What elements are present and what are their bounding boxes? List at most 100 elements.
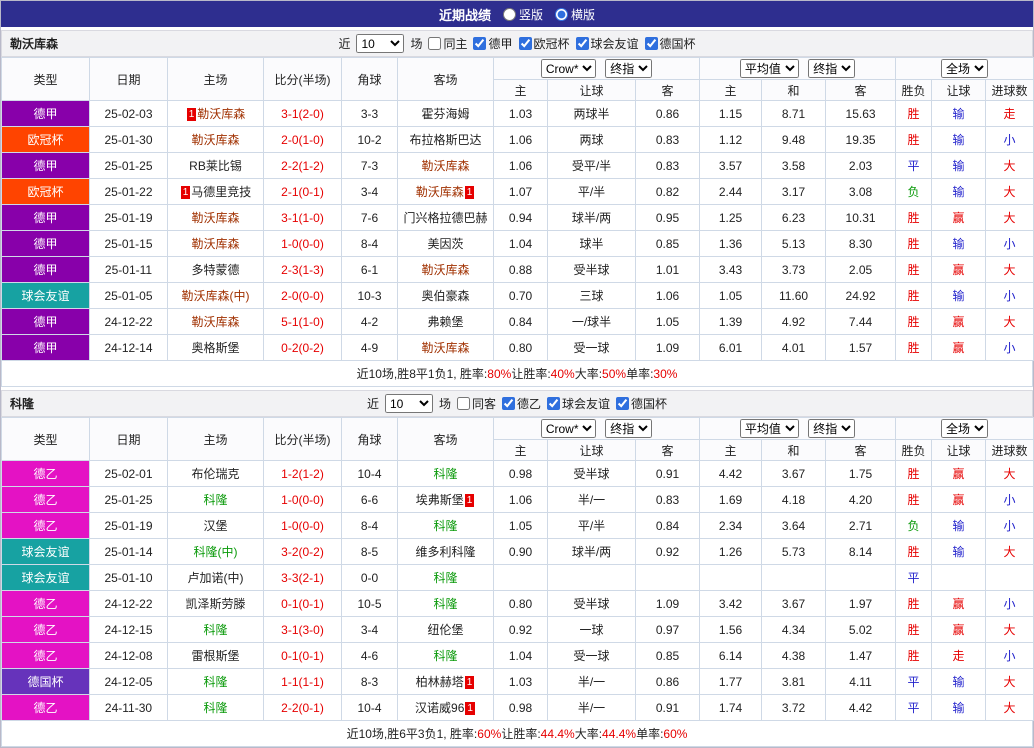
score-cell: 1-0(0-0) xyxy=(264,513,342,539)
result-handicap-cell: 输 xyxy=(932,231,986,257)
corner-cell: 8-3 xyxy=(342,669,398,695)
red-card-badge: 1 xyxy=(181,186,191,199)
league-checkbox[interactable] xyxy=(502,397,515,410)
asian-handicap-cell: 平/半 xyxy=(548,179,636,205)
euro-draw-odds-cell: 4.92 xyxy=(762,309,826,335)
match-date-cell: 25-01-05 xyxy=(90,283,168,309)
match-date-cell: 24-11-30 xyxy=(90,695,168,721)
corner-cell: 6-6 xyxy=(342,487,398,513)
league-checkbox[interactable] xyxy=(576,37,589,50)
result-handicap-cell: 输 xyxy=(932,283,986,309)
home-team-cell: 科隆 xyxy=(168,617,264,643)
league-type-cell: 德甲 xyxy=(2,231,90,257)
team-name-title: 科隆 xyxy=(10,395,34,412)
asian-away-odds-cell: 0.86 xyxy=(636,669,700,695)
same-venue-checkbox[interactable] xyxy=(428,37,441,50)
recent-count-select[interactable]: 10 xyxy=(356,34,404,53)
asian-home-odds-cell: 0.92 xyxy=(494,617,548,643)
asian-final-odds-select[interactable]: 终指 xyxy=(605,59,652,78)
league-filter[interactable]: 德乙 xyxy=(502,395,541,412)
result-goals-cell: 大 xyxy=(986,461,1034,487)
vertical-layout-radio[interactable] xyxy=(503,8,516,21)
away-team-cell: 科隆 xyxy=(398,461,494,487)
team-name: 卢加诺(中) xyxy=(188,571,244,585)
league-filter[interactable]: 欧冠杯 xyxy=(519,35,570,52)
home-team-cell: RB莱比锡 xyxy=(168,153,264,179)
league-filter[interactable]: 德甲 xyxy=(473,35,512,52)
col-header-home: 主场 xyxy=(168,58,264,101)
asian-home-odds-cell: 1.05 xyxy=(494,513,548,539)
result-handicap-cell xyxy=(932,565,986,591)
match-row: 德乙25-01-25科隆1-0(0-0)6-6埃弗斯堡11.06半/一0.831… xyxy=(2,487,1034,513)
col-header-result-wdl: 胜负 xyxy=(896,440,932,461)
col-header-date: 日期 xyxy=(90,418,168,461)
league-filter[interactable]: 球会友谊 xyxy=(576,35,639,52)
team-name: 勒沃库森1 xyxy=(416,185,476,199)
league-checkbox[interactable] xyxy=(473,37,486,50)
result-goals-cell: 大 xyxy=(986,257,1034,283)
asian-final-odds-select[interactable]: 终指 xyxy=(605,419,652,438)
asian-handicap-cell: 受平/半 xyxy=(548,153,636,179)
match-date-cell: 25-02-03 xyxy=(90,101,168,127)
same-venue-filter[interactable]: 同客 xyxy=(457,395,496,412)
fulltime-select[interactable]: 全场 xyxy=(941,419,988,438)
team-name-text: 科隆 xyxy=(433,571,457,585)
euro-average-select[interactable]: 平均值 xyxy=(740,419,799,438)
horizontal-layout-radio[interactable] xyxy=(555,8,568,21)
team-name: 勒沃库森 xyxy=(191,133,239,147)
team-name: 维多利科隆 xyxy=(415,545,475,559)
team-name-text: 汉诺威96 xyxy=(415,701,464,715)
odds-company-select[interactable]: Crow* xyxy=(541,419,596,438)
score-cell: 3-1(1-0) xyxy=(264,205,342,231)
team-name-text: 科隆 xyxy=(433,597,457,611)
vertical-layout-label: 竖版 xyxy=(519,6,543,23)
euro-final-odds-select[interactable]: 终指 xyxy=(808,59,855,78)
corner-cell: 10-4 xyxy=(342,461,398,487)
euro-away-odds-cell: 15.63 xyxy=(826,101,896,127)
fulltime-header: 全场 xyxy=(896,418,1034,440)
score-cell: 1-1(1-1) xyxy=(264,669,342,695)
away-team-cell: 科隆 xyxy=(398,643,494,669)
team-name-text: 卢加诺(中) xyxy=(188,571,244,585)
result-wdl-cell: 胜 xyxy=(896,205,932,231)
result-wdl-cell: 胜 xyxy=(896,309,932,335)
home-team-cell: 卢加诺(中) xyxy=(168,565,264,591)
record-summary: 近10场,胜6平3负1, 胜率:60% 让胜率:44.4% 大率:44.4% 单… xyxy=(1,721,1033,747)
recent-count-select[interactable]: 10 xyxy=(385,394,433,413)
euro-draw-odds-cell: 3.72 xyxy=(762,695,826,721)
home-team-cell: 多特蒙德 xyxy=(168,257,264,283)
league-checkbox[interactable] xyxy=(519,37,532,50)
fulltime-select[interactable]: 全场 xyxy=(941,59,988,78)
team-name: 科隆 xyxy=(433,597,457,611)
league-checkbox[interactable] xyxy=(645,37,658,50)
result-goals-cell: 大 xyxy=(986,179,1034,205)
euro-draw-odds-cell: 5.13 xyxy=(762,231,826,257)
corner-cell: 10-5 xyxy=(342,591,398,617)
home-team-cell: 勒沃库森 xyxy=(168,309,264,335)
asian-home-odds-cell: 1.04 xyxy=(494,231,548,257)
league-filter[interactable]: 德国杯 xyxy=(616,395,667,412)
summary-segment: 近10场,胜6平3负1, 胜率: xyxy=(347,725,478,742)
result-wdl-cell: 平 xyxy=(896,695,932,721)
layout-option-vertical[interactable]: 竖版 xyxy=(503,6,543,23)
league-filter[interactable]: 德国杯 xyxy=(645,35,696,52)
home-team-cell: 雷根斯堡 xyxy=(168,643,264,669)
result-goals-cell: 大 xyxy=(986,205,1034,231)
league-type-cell: 德乙 xyxy=(2,591,90,617)
euro-final-odds-select[interactable]: 终指 xyxy=(808,419,855,438)
result-wdl-cell: 平 xyxy=(896,565,932,591)
score-cell: 2-3(1-3) xyxy=(264,257,342,283)
result-goals-cell: 小 xyxy=(986,643,1034,669)
odds-company-select[interactable]: Crow* xyxy=(541,59,596,78)
euro-away-odds-cell: 19.35 xyxy=(826,127,896,153)
home-team-cell: 1勒沃库森 xyxy=(168,101,264,127)
same-venue-checkbox[interactable] xyxy=(457,397,470,410)
euro-average-select[interactable]: 平均值 xyxy=(740,59,799,78)
layout-option-horizontal[interactable]: 横版 xyxy=(555,6,595,23)
euro-home-odds-cell: 1.15 xyxy=(700,101,762,127)
league-checkbox[interactable] xyxy=(616,397,629,410)
league-filter[interactable]: 球会友谊 xyxy=(547,395,610,412)
league-checkbox[interactable] xyxy=(547,397,560,410)
team-name-text: 汉堡 xyxy=(203,519,227,533)
same-venue-filter[interactable]: 同主 xyxy=(428,35,467,52)
